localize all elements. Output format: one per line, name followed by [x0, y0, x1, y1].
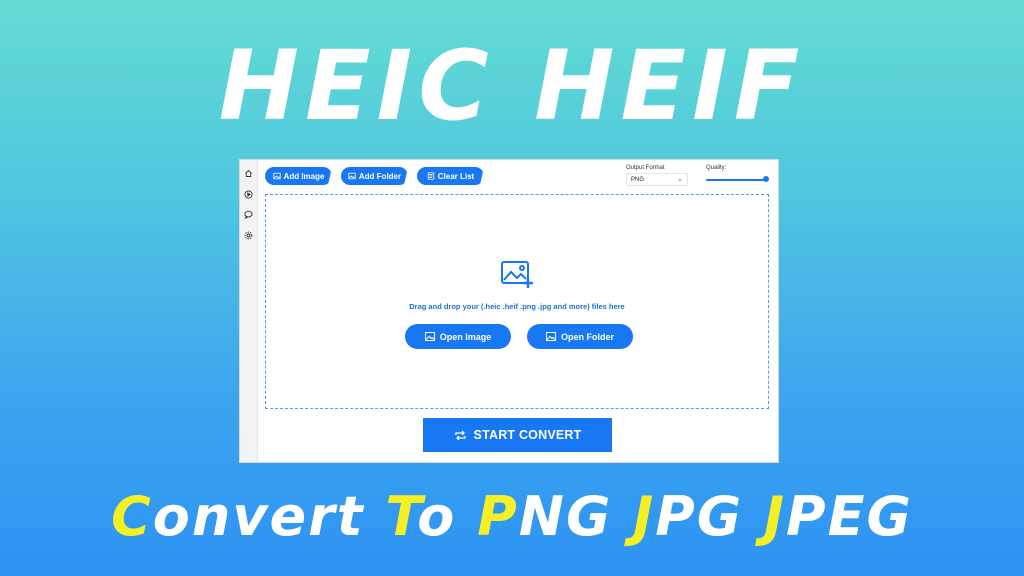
chat-icon[interactable] [243, 209, 254, 220]
settings-icon[interactable] [243, 230, 254, 241]
add-image-icon [501, 261, 533, 288]
add-folder-label: Add Folder [358, 171, 402, 181]
start-convert-label: START CONVERT [473, 428, 582, 442]
image-icon [272, 172, 281, 180]
convert-icon [454, 430, 466, 440]
hero-title: HEIC HEIF [218, 30, 806, 142]
drop-zone[interactable]: Drag and drop your (.heic .heif .png .jp… [265, 194, 769, 409]
output-format-select[interactable]: PNG ⌄ [626, 173, 688, 186]
start-convert-button[interactable]: START CONVERT [423, 418, 612, 452]
open-folder-button[interactable]: Open Folder [527, 324, 633, 349]
drop-zone-text: Drag and drop your (.heic .heif .png .jp… [409, 302, 625, 311]
image-icon [424, 332, 435, 341]
tagline-word-rest: PG [655, 485, 744, 548]
open-image-button[interactable]: Open Image [405, 324, 511, 349]
add-image-button[interactable]: Add Image [265, 167, 332, 185]
output-format-value: PNG [631, 176, 645, 183]
tagline-first-letter: P [477, 485, 519, 548]
list-icon [427, 172, 434, 180]
tagline-word-rest: PEG [786, 485, 913, 548]
quality-slider[interactable] [706, 179, 766, 181]
add-folder-button[interactable]: Add Folder [341, 167, 408, 185]
tagline-first-letter: J [763, 485, 787, 548]
chevron-down-icon: ⌄ [677, 176, 683, 183]
tagline-word-rest: onvert [152, 485, 365, 548]
output-format-label: Output Format [626, 165, 665, 171]
app-window: Add Image Add Folder Clear List Output F… [240, 160, 778, 462]
open-image-label: Open Image [439, 331, 492, 342]
add-image-label: Add Image [283, 171, 325, 181]
folder-icon [348, 172, 356, 180]
open-folder-label: Open Folder [560, 331, 614, 342]
clear-list-button[interactable]: Clear List [417, 167, 484, 185]
tagline-first-letter: J [633, 485, 656, 548]
tagline-word-rest: o [417, 485, 457, 548]
sidebar [240, 160, 258, 462]
home-icon[interactable] [243, 168, 254, 179]
clear-list-label: Clear List [437, 171, 475, 181]
tagline-first-letter: T [385, 485, 418, 548]
tagline-first-letter: C [111, 485, 153, 548]
tagline: Convert To PNG JPG JPEG [0, 490, 1024, 544]
tagline-word-rest: NG [518, 485, 613, 548]
quality-label: Quality: [706, 165, 727, 171]
quality-slider-thumb[interactable] [763, 176, 769, 182]
folder-icon [545, 332, 556, 341]
play-circle-icon[interactable] [243, 189, 254, 200]
